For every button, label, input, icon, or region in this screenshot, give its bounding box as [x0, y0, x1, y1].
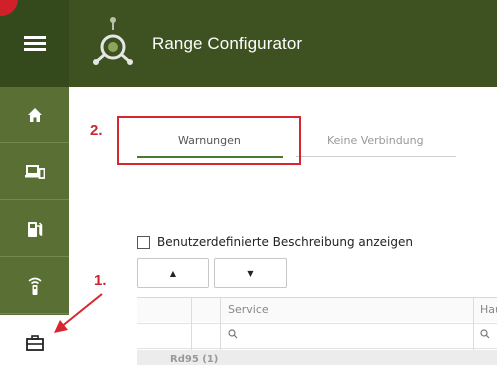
- sort-descending-button[interactable]: ▼: [214, 258, 287, 288]
- custom-description-label: Benutzerdefinierte Beschreibung anzeigen: [157, 235, 413, 249]
- grid-column-divider: [191, 298, 192, 350]
- remote-icon: [27, 277, 42, 295]
- sidebar-item-devices[interactable]: [0, 144, 69, 200]
- annotation-step-2: 2.: [90, 122, 103, 139]
- annotation-highlight-box: [117, 116, 301, 165]
- annotation-arrow-icon: [54, 293, 103, 333]
- column-header-service[interactable]: Service: [228, 303, 269, 316]
- column-header-hau[interactable]: Hau: [480, 303, 497, 316]
- grid-column-divider: [473, 298, 474, 350]
- sort-ascending-button[interactable]: ▲: [137, 258, 209, 288]
- toolbox-icon: [25, 335, 44, 351]
- tab-keine-verbindung[interactable]: Keine Verbindung: [327, 134, 424, 147]
- search-icon[interactable]: [228, 329, 238, 339]
- devices-icon: [24, 164, 45, 179]
- hamburger-icon: [23, 33, 46, 54]
- app-logo-icon: [93, 17, 133, 65]
- group-label: Rd95 (1): [170, 354, 219, 365]
- sidebar-item-home[interactable]: [0, 87, 69, 143]
- annotation-step-1: 1.: [94, 272, 107, 289]
- fuel-icon: [27, 221, 42, 237]
- grid-column-divider: [220, 298, 221, 350]
- sidebar-item-fuel[interactable]: [0, 201, 69, 257]
- search-icon[interactable]: [480, 329, 490, 339]
- app-header: Range Configurator: [0, 0, 497, 87]
- tab-underline: [296, 156, 456, 157]
- home-icon: [27, 107, 42, 122]
- app-title: Range Configurator: [152, 34, 303, 53]
- custom-description-checkbox[interactable]: [137, 236, 150, 249]
